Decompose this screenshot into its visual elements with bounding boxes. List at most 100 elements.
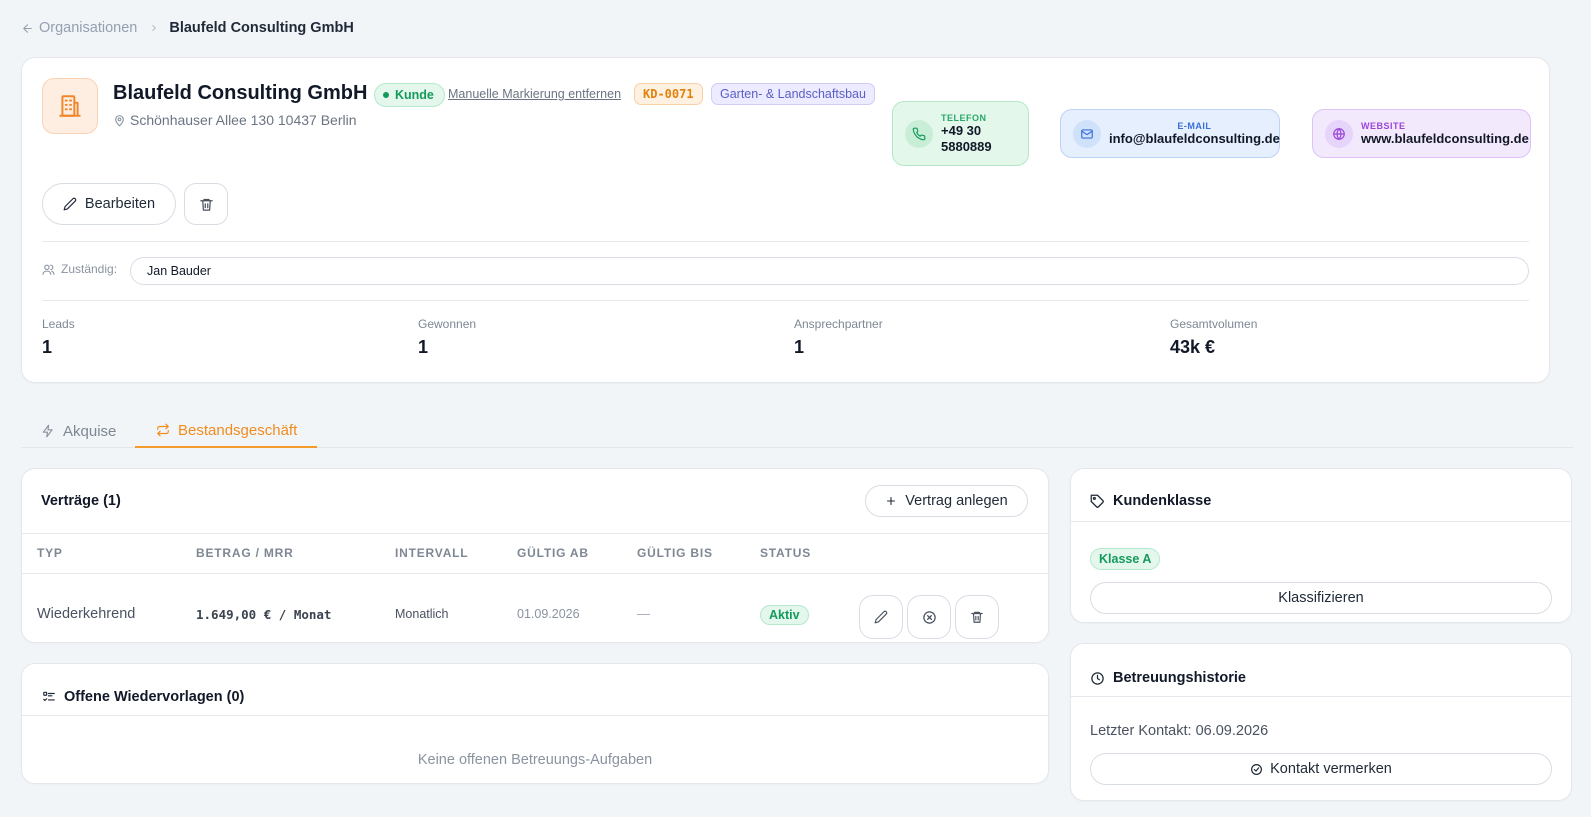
status-dot-icon (383, 92, 389, 98)
phone-label: TELEFON (941, 112, 987, 123)
column-header-type: TYP (37, 546, 63, 560)
classify-button-label: Klassifizieren (1278, 590, 1364, 606)
owner-label: Zuständig: (42, 262, 117, 276)
contract-amount: 1.649,00 € / Monat (196, 607, 332, 622)
last-contact-text: Letzter Kontakt: 06.09.2026 (1090, 723, 1269, 739)
map-pin-icon (113, 114, 126, 127)
org-name: Blaufeld Consulting GmbH (113, 82, 368, 104)
plus-icon (885, 495, 897, 507)
stat-contacts: Ansprechpartner 1 (794, 317, 883, 358)
industry-badge: Garten- & Landschaftsbau (711, 83, 875, 105)
breadcrumb: Organisationen Blaufeld Consulting GmbH (21, 18, 354, 38)
stat-leads: Leads 1 (42, 317, 75, 358)
edit-contract-button[interactable] (859, 595, 903, 639)
stat-value: 1 (42, 337, 53, 357)
website-contact-card[interactable]: WEBSITE www.blaufeldconsulting.de (1312, 109, 1531, 158)
followups-title: Offene Wiedervorlagen (0) (64, 689, 245, 705)
breadcrumb-back-label: Organisationen (39, 20, 138, 36)
remove-manual-mark-link[interactable]: Manuelle Markierung entfernen (448, 87, 621, 101)
divider (42, 300, 1529, 301)
edit-button-label: Bearbeiten (84, 196, 156, 212)
stat-label: Gesamtvolumen (1170, 317, 1258, 331)
phone-icon (905, 119, 933, 148)
column-header-valid-to: GÜLTIG BIS (637, 546, 713, 560)
email-value: info@blaufeldconsulting.de (1109, 130, 1280, 146)
status-badge: Kunde (374, 83, 445, 107)
email-contact-card[interactable]: E-MAIL info@blaufeldconsulting.de (1060, 109, 1280, 158)
check-circle-icon (1250, 763, 1263, 776)
column-header-valid-from: GÜLTIG AB (517, 546, 589, 560)
tag-icon (1090, 494, 1105, 509)
breadcrumb-current: Blaufeld Consulting GmbH (169, 20, 354, 36)
stat-label: Leads (42, 317, 75, 331)
stat-value: 1 (794, 337, 805, 357)
contract-type: Wiederkehrend (37, 606, 136, 622)
customer-class-header: Kundenklasse (1090, 493, 1211, 509)
owner-select[interactable]: Jan Bauder (130, 257, 1529, 285)
org-address-text: Schönhauser Allee 130 10437 Berlin (130, 112, 357, 128)
followups-empty-state: Keine offenen Betreuungs-Aufgaben (417, 752, 653, 768)
trash-icon (199, 197, 214, 212)
stat-label: Ansprechpartner (794, 317, 883, 331)
org-header-card: Blaufeld Consulting GmbH Kunde Manuelle … (21, 57, 1550, 383)
divider (22, 533, 1048, 534)
pencil-icon (874, 610, 888, 624)
history-header: Betreuungshistorie (1090, 670, 1246, 686)
chevron-right-icon (149, 23, 159, 33)
list-checks-icon (42, 690, 56, 704)
email-label: E-MAIL (1177, 120, 1212, 131)
stat-total-volume: Gesamtvolumen 43k € (1170, 317, 1257, 358)
classify-button[interactable]: Klassifizieren (1090, 582, 1552, 614)
divider (22, 715, 1048, 716)
divider (22, 573, 1048, 574)
delete-contract-button[interactable] (955, 595, 999, 639)
tab-akquise[interactable]: Akquise (41, 414, 116, 448)
mail-icon (1073, 119, 1101, 148)
divider (1071, 521, 1571, 522)
delete-org-button[interactable] (184, 183, 228, 225)
tab-label: Bestandsgeschäft (178, 421, 298, 439)
globe-icon (1325, 119, 1353, 148)
trash-icon (970, 610, 984, 624)
breadcrumb-back-link[interactable]: Organisationen (21, 20, 137, 36)
customer-code-badge: KD-0071 (634, 83, 703, 105)
edit-button[interactable]: Bearbeiten (42, 183, 176, 225)
add-contract-button[interactable]: Vertrag anlegen (865, 485, 1028, 517)
phone-value-line1: +49 30 (941, 122, 982, 138)
contracts-title: Verträge (1) (41, 493, 121, 509)
clock-icon (1090, 671, 1105, 686)
tab-label: Akquise (63, 422, 117, 440)
users-icon (42, 263, 55, 276)
history-title: Betreuungshistorie (1113, 670, 1246, 686)
arrow-left-icon (21, 22, 34, 35)
contract-status-badge: Aktiv (760, 605, 809, 625)
repeat-icon (156, 423, 170, 437)
stat-won: Gewonnen 1 (418, 317, 476, 358)
lightning-icon (41, 424, 55, 438)
add-contract-label: Vertrag anlegen (905, 493, 1008, 509)
log-contact-label: Kontakt vermerken (1270, 761, 1392, 777)
phone-contact-card[interactable]: TELEFON +49 30 5880889 (892, 101, 1029, 166)
tab-bestandsgeschaeft[interactable]: Bestandsgeschäft (135, 414, 317, 448)
customer-class-title: Kundenklasse (1113, 493, 1212, 509)
x-circle-icon (922, 610, 937, 625)
website-label: WEBSITE (1361, 120, 1406, 131)
stat-label: Gewonnen (418, 317, 477, 331)
phone-value-line2: 5880889 (941, 138, 992, 154)
divider (42, 241, 1529, 242)
divider (1071, 696, 1571, 697)
column-header-amount: BETRAG / MRR (196, 546, 294, 560)
contract-interval: Monatlich (395, 607, 449, 621)
log-contact-button[interactable]: Kontakt vermerken (1090, 753, 1552, 785)
status-badge-label: Kunde (395, 88, 434, 102)
contract-valid-to: — (637, 606, 650, 621)
org-address: Schönhauser Allee 130 10437 Berlin (113, 112, 357, 128)
stat-value: 1 (418, 337, 429, 357)
website-value: www.blaufeldconsulting.de (1361, 130, 1529, 146)
cancel-contract-button[interactable] (907, 595, 951, 639)
column-header-interval: INTERVALL (395, 546, 469, 560)
owner-label-text: Zuständig: (61, 262, 118, 276)
followups-header: Offene Wiedervorlagen (0) (42, 689, 244, 705)
customer-class-badge: Klasse A (1090, 548, 1161, 570)
pencil-icon (63, 197, 77, 211)
